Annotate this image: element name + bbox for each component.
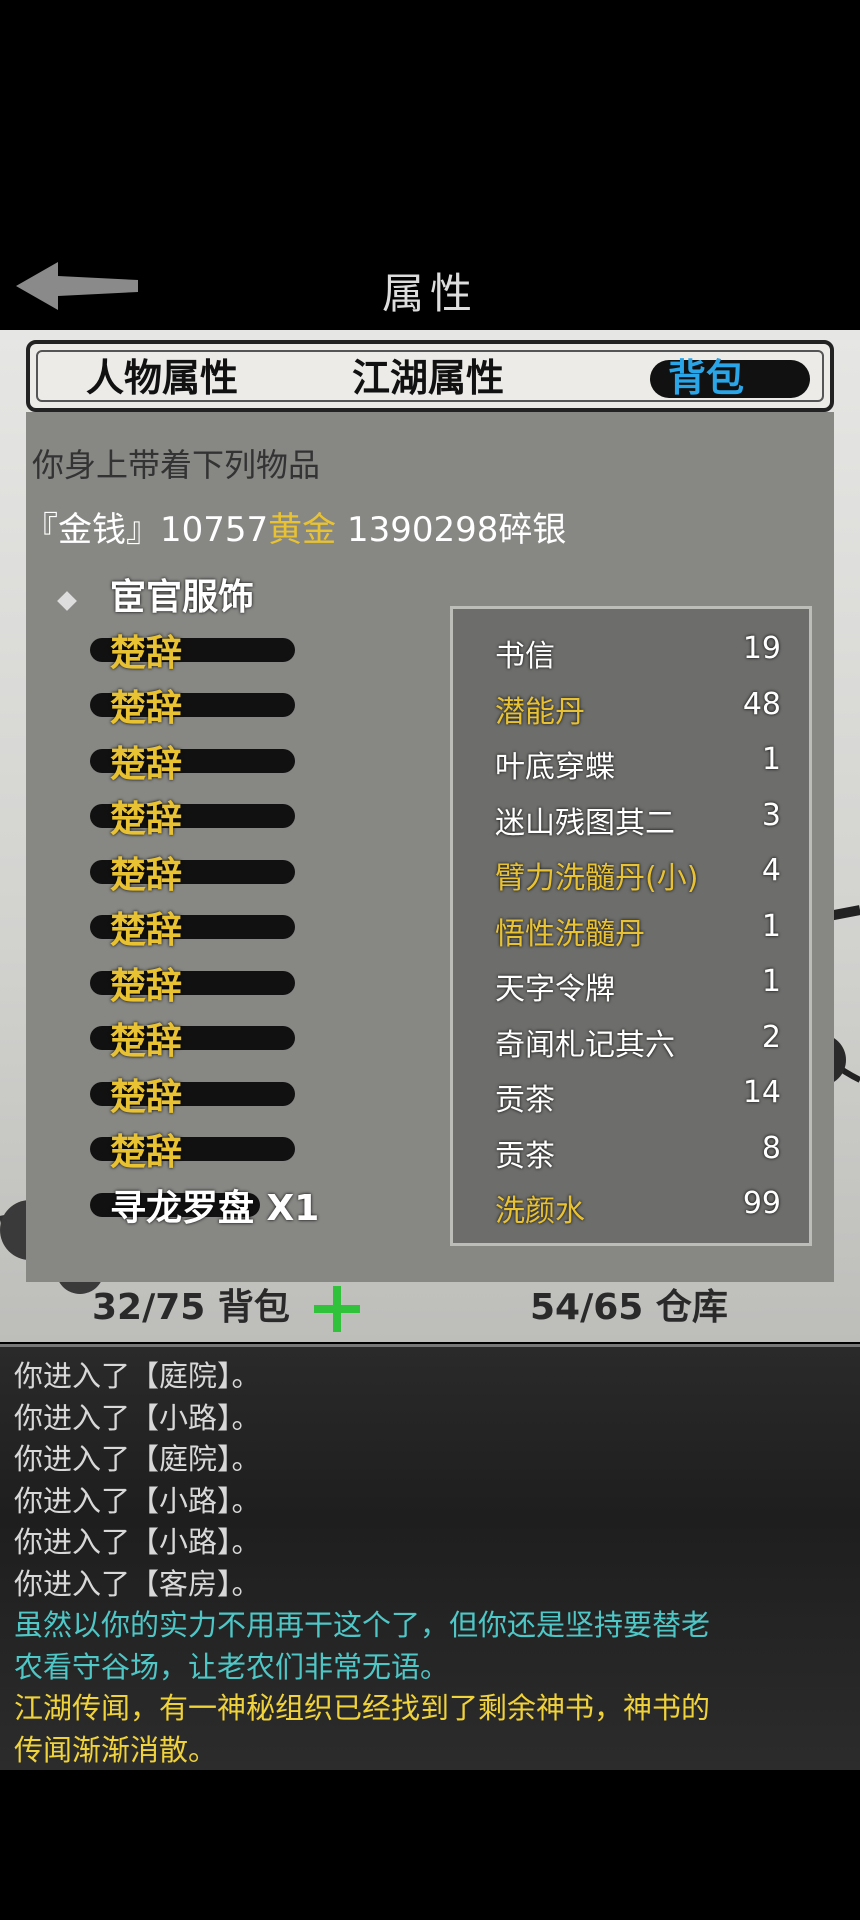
inventory-item-label: 宦官服饰 [110, 577, 255, 618]
inventory-item-label: 楚辞 [110, 854, 183, 896]
tab-bar: 人物属性 江湖属性 背包 [26, 340, 834, 412]
inventory-item-label: 楚辞 [110, 1132, 183, 1173]
popup-item-count: 8 [761, 1130, 781, 1166]
log-line: 传闻渐渐消散。 [14, 1732, 218, 1767]
inventory-item[interactable]: 楚辞 [90, 1074, 300, 1118]
inventory-item[interactable]: 楚辞 [90, 1018, 300, 1062]
popup-item-name[interactable]: 贡茶 [495, 1131, 555, 1174]
inventory-item[interactable]: 楚辞 [90, 907, 300, 951]
inventory-item[interactable]: 楚辞 [90, 741, 300, 785]
backpack-count: 32/75 背包 [92, 1287, 290, 1328]
item-detail-popup[interactable]: 书信 19 潜能丹 48 叶底穿蝶 1 迷山残图其二 3 臂力洗髓丹(小) 4 悟性洗髓丹 1 天字令牌… [450, 606, 812, 1246]
inventory-item-label: 寻龙罗盘 X1 [110, 1187, 320, 1229]
silver-amount: 1390298碎银 [346, 510, 567, 550]
tab-backpack[interactable]: 背包 [668, 354, 744, 402]
warehouse-button[interactable]: 54/65 仓库 [530, 1278, 728, 1330]
popup-item-count: 1 [761, 908, 781, 944]
inventory-item-label: 楚辞 [110, 688, 183, 729]
inventory-item-label: 楚辞 [110, 799, 183, 840]
inventory-item-label: 楚辞 [110, 1021, 183, 1062]
popup-item-name[interactable]: 叶底穿蝶 [495, 742, 615, 785]
gold-amount: 10757 [160, 510, 269, 550]
inventory-item[interactable]: 寻龙罗盘 X1 [90, 1185, 319, 1229]
popup-item-name[interactable]: 书信 [495, 631, 555, 674]
popup-item-name[interactable]: 洗颜水 [495, 1186, 585, 1229]
log-line: 你进入了【小路】。 [14, 1525, 261, 1559]
inventory-item[interactable]: 楚辞 [90, 630, 300, 674]
inventory-item[interactable]: 宦官服饰 [90, 574, 300, 618]
log-line: 你进入了【小路】。 [14, 1483, 261, 1518]
log-line: 你进入了【小路】。 [14, 1400, 261, 1435]
message-log: 你进入了【庭院】。 你进入了【小路】。 你进入了【庭院】。 你进入了【小路】。 你进入了… [0, 1344, 860, 1773]
popup-item-count: 2 [761, 1019, 781, 1055]
log-line: 虽然以你的实力不用再干这个了，但你还是坚持要替老 [14, 1608, 711, 1642]
inventory-item[interactable]: 楚辞 [90, 963, 300, 1007]
popup-item-name[interactable]: 潜能丹 [495, 687, 585, 730]
inventory-item-label: 楚辞 [110, 1076, 183, 1118]
popup-item-name[interactable]: 臂力洗髓丹(小) [495, 853, 698, 896]
inventory-heading: 你身上带着下列物品 [32, 446, 321, 484]
popup-item-count: 3 [761, 797, 781, 833]
inventory-item-label: 楚辞 [110, 632, 183, 674]
log-line: 你进入了【客房】。 [14, 1566, 261, 1601]
money-prefix: 『金钱』 [24, 510, 160, 550]
inventory-item[interactable]: 楚辞 [90, 685, 300, 729]
tab-character-attributes[interactable]: 人物属性 [86, 354, 238, 402]
popup-item-count: 48 [742, 686, 781, 722]
inventory-item[interactable]: 楚辞 [90, 1129, 300, 1173]
popup-item-count: 19 [742, 631, 781, 666]
gold-unit: 黄金 [268, 510, 337, 550]
popup-item-name[interactable]: 奇闻札记其六 [495, 1020, 675, 1063]
popup-item-count: 1 [761, 964, 781, 999]
popup-item-count: 4 [761, 853, 781, 888]
page-title: 属性 [381, 269, 478, 318]
log-line: 农看守谷场，让老农们非常无语。 [14, 1649, 450, 1684]
popup-item-name[interactable]: 贡茶 [495, 1075, 555, 1118]
popup-item-count: 14 [742, 1075, 781, 1110]
inventory-item-label: 楚辞 [110, 910, 183, 951]
popup-item-count: 99 [742, 1186, 781, 1221]
log-line: 你进入了【庭院】。 [14, 1442, 261, 1476]
log-line: 你进入了【庭院】。 [14, 1359, 261, 1393]
tab-jianghu-attributes[interactable]: 江湖属性 [352, 354, 504, 402]
log-line: 江湖传闻，有一神秘组织已经找到了剩余神书，神书的 [14, 1691, 711, 1725]
popup-item-name[interactable]: 天字令牌 [495, 964, 615, 1007]
bottom-bar [0, 1770, 860, 1920]
inventory-item-label: 楚辞 [110, 965, 183, 1007]
money-line: 『金钱』10757黄金 1390298碎银 [24, 502, 566, 551]
popup-item-name[interactable]: 迷山残图其二 [495, 798, 675, 841]
plus-icon[interactable] [314, 1286, 360, 1332]
inventory-item[interactable]: 楚辞 [90, 796, 300, 840]
inventory-item[interactable]: 楚辞 [90, 852, 300, 896]
inventory-list[interactable]: 宦官服饰 楚辞 楚辞 楚辞 楚辞 楚辞 楚辞 楚辞 楚辞 楚辞 楚辞 寻龙罗盘 X1 [0, 560, 460, 1250]
inventory-item-label: 楚辞 [110, 743, 183, 785]
popup-item-count: 1 [761, 742, 781, 777]
popup-item-name[interactable]: 悟性洗髓丹 [495, 909, 645, 952]
